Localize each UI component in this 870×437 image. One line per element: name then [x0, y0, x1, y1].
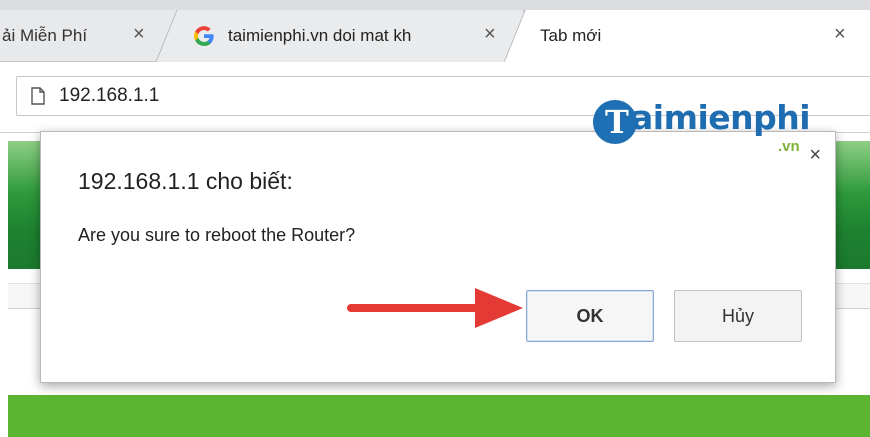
url-text: 192.168.1.1 — [59, 85, 160, 106]
watermark-brand: aimienphi — [631, 98, 811, 137]
taimienphi-watermark: T aimienphi .vn — [593, 98, 825, 160]
tab-taimienphi-1[interactable]: ải Miễn Phí × — [0, 10, 175, 62]
router-green-bar — [8, 395, 870, 437]
cancel-button[interactable]: Hủy — [674, 290, 802, 342]
dialog-title: 192.168.1.1 cho biết: — [78, 168, 293, 194]
tab-strip: ải Miễn Phí × taimienphi.vn doi mat kh ×… — [0, 0, 870, 63]
tab-taimienphi-2[interactable]: taimienphi.vn doi mat kh × — [180, 10, 520, 62]
watermark-logo-letter: T — [605, 103, 629, 141]
red-arrow-icon — [347, 288, 523, 328]
page-icon — [31, 87, 45, 105]
tab-label: Tab mới — [540, 26, 602, 45]
google-g-icon — [194, 26, 214, 46]
close-tab-icon[interactable]: × — [834, 23, 846, 46]
close-tab-icon[interactable]: × — [484, 23, 496, 46]
tab-label: taimienphi.vn doi mat kh — [228, 26, 412, 45]
tab-new-tab[interactable]: Tab mới × — [528, 10, 870, 62]
ok-button[interactable]: OK — [526, 290, 654, 342]
tab-label: ải Miễn Phí — [2, 25, 88, 45]
watermark-domain: .vn — [778, 138, 800, 155]
alert-dialog: 192.168.1.1 cho biết: × Are you sure to … — [40, 131, 836, 383]
dialog-message: Are you sure to reboot the Router? — [78, 225, 356, 245]
close-tab-icon[interactable]: × — [133, 23, 145, 46]
